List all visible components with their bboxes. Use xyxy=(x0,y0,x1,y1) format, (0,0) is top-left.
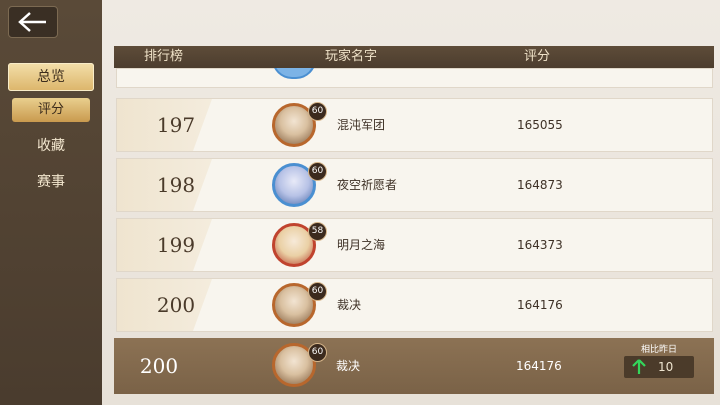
player-name: 夜空祈愿者 xyxy=(337,178,398,192)
header-score: 评分 xyxy=(524,49,551,64)
table-row[interactable]: 200 60 裁决 164176 xyxy=(116,278,713,332)
compare-label: 相比昨日 xyxy=(640,345,677,355)
sidebar: 总览 评分 收藏 赛事 xyxy=(0,0,102,405)
self-rank: 200 xyxy=(139,354,179,378)
row-rank: 197 xyxy=(156,113,196,137)
player-score: 164873 xyxy=(517,178,563,192)
row-rank: 198 xyxy=(156,173,196,197)
player-score: 164373 xyxy=(517,238,563,252)
player-score: 164176 xyxy=(517,298,563,312)
arrow-left-icon xyxy=(18,12,46,32)
compare-box: 10 xyxy=(624,356,694,378)
player-name: 裁决 xyxy=(337,298,362,312)
back-button[interactable] xyxy=(8,6,58,38)
table-row[interactable]: 197 60 混沌军团 165055 xyxy=(116,98,713,152)
self-rank-row: 200 60 裁决 164176 相比昨日 10 xyxy=(114,338,714,394)
level-badge: 60 xyxy=(308,102,327,121)
player-name: 混沌军团 xyxy=(337,118,386,132)
tab-events[interactable]: 赛事 xyxy=(0,168,102,196)
partial-row-top xyxy=(116,68,713,88)
tab-score[interactable]: 评分 xyxy=(12,98,90,122)
tab-collection[interactable]: 收藏 xyxy=(0,132,102,160)
self-score: 164176 xyxy=(516,359,562,373)
level-badge: 60 xyxy=(308,282,327,301)
level-badge: 58 xyxy=(308,222,327,241)
compare-yesterday: 相比昨日 10 xyxy=(624,342,694,390)
level-badge: 60 xyxy=(308,343,327,362)
header-player-name: 玩家名字 xyxy=(325,49,378,64)
level-badge: 60 xyxy=(308,162,327,181)
compare-value: 10 xyxy=(658,360,674,374)
header-rank: 排行榜 xyxy=(144,49,184,64)
arrow-up-icon xyxy=(632,359,646,374)
tab-overview[interactable]: 总览 xyxy=(8,63,94,91)
row-rank: 200 xyxy=(156,293,196,317)
row-rank: 199 xyxy=(156,233,196,257)
player-name: 明月之海 xyxy=(337,238,386,252)
avatar xyxy=(272,68,316,79)
self-name: 裁决 xyxy=(336,359,361,373)
table-header: 排行榜 玩家名字 评分 xyxy=(114,46,714,68)
table-row[interactable]: 199 58 明月之海 164373 xyxy=(116,218,713,272)
table-row[interactable]: 198 60 夜空祈愿者 164873 xyxy=(116,158,713,212)
player-score: 165055 xyxy=(517,118,563,132)
